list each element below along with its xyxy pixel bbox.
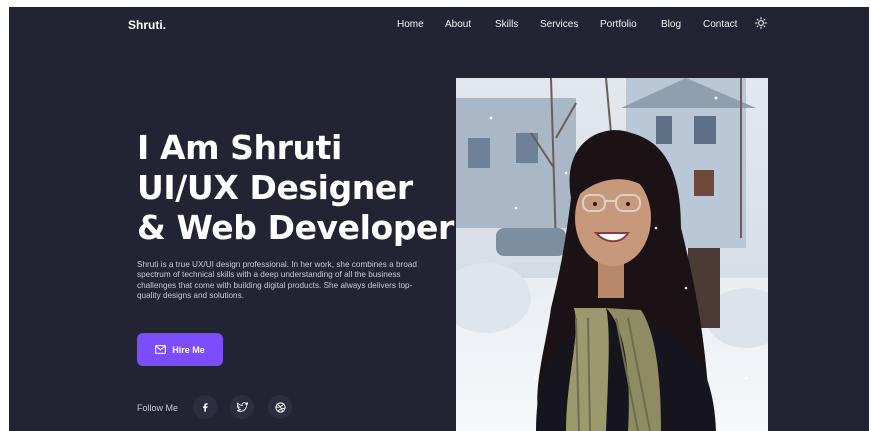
hire-me-button[interactable]: Hire Me [137,333,223,366]
hero-heading: I Am Shruti UI/UX Designer & Web Develop… [137,128,454,248]
nav-home[interactable]: Home [397,19,424,30]
nav-services[interactable]: Services [540,19,578,30]
facebook-link[interactable] [193,395,217,419]
nav-contact[interactable]: Contact [703,19,737,30]
hero-heading-line-2: UI/UX Designer [137,168,413,207]
dribbble-link[interactable] [268,395,292,419]
nav-blog[interactable]: Blog [661,19,681,30]
hero-heading-line-1: I Am Shruti [137,128,342,167]
nav-portfolio[interactable]: Portfolio [600,19,637,30]
hire-me-label: Hire Me [172,344,205,355]
facebook-icon [203,403,208,412]
hero-description: Shruti is a true UX/UI design profession… [137,260,417,301]
nav-skills[interactable]: Skills [495,19,518,30]
page-frame: Shruti. Home About Skills Services Portf… [9,7,869,431]
hero-heading-line-3: & Web Developer [137,208,454,247]
profile-photo [456,78,768,431]
sun-icon[interactable] [755,17,767,29]
twitter-link[interactable] [230,395,254,419]
mail-icon [155,345,167,354]
brand-logo[interactable]: Shruti. [128,18,166,32]
follow-label: Follow Me [137,403,179,413]
nav-about[interactable]: About [445,19,471,30]
twitter-icon [236,402,248,412]
dribbble-icon [274,401,286,413]
